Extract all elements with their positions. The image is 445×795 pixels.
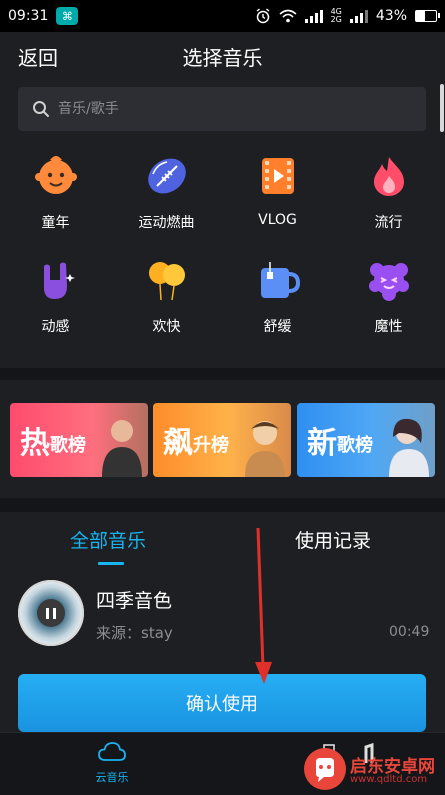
rock-hand-icon <box>43 262 75 299</box>
song-source: 来源：stay <box>96 624 173 642</box>
category-soothing[interactable]: 舒缓 <box>222 252 333 340</box>
film-icon <box>261 158 294 194</box>
search-icon <box>33 101 49 117</box>
balloons-icon <box>148 262 185 301</box>
pause-icon[interactable] <box>37 599 65 627</box>
chart-small-text: 歌榜 <box>337 435 373 456</box>
category-label: 童年 <box>41 215 70 231</box>
category-vlog[interactable]: VLOG <box>222 148 333 236</box>
category-label: 舒缓 <box>263 319 292 335</box>
category-magic[interactable]: 魔性 <box>333 252 444 340</box>
new-chart-banner[interactable]: 新 歌榜 <box>297 403 435 477</box>
network-type: 4G 2G <box>330 7 342 24</box>
category-pop[interactable]: 流行 <box>333 148 444 236</box>
rising-chart-banner[interactable]: 飙 升榜 <box>153 403 291 477</box>
artist-photo-icon <box>389 418 429 477</box>
watermark: 启东安卓网 www.qdltd.com <box>300 744 445 794</box>
category-grid: 童年 运动燃曲 VLOG 流行 动感 欢快 舒缓 魔性 <box>0 148 445 348</box>
chart-small-text: 升榜 <box>193 435 229 456</box>
watermark-url: www.qdltd.com <box>350 774 428 785</box>
section-divider <box>0 498 445 512</box>
chart-big-char: 飙 <box>163 426 193 461</box>
alarm-icon <box>256 8 270 24</box>
list-item[interactable]: 四季音色 来源：stay 00:49 <box>0 572 445 656</box>
category-label: 动感 <box>41 319 70 335</box>
album-disc[interactable] <box>18 580 84 646</box>
wifi-icon <box>279 9 297 23</box>
category-dynamic[interactable]: 动感 <box>0 252 111 340</box>
child-face-icon <box>34 156 77 194</box>
back-button[interactable]: 返回 <box>18 42 58 71</box>
battery-icon <box>415 10 440 22</box>
tab-all-music[interactable]: 全部音乐 <box>70 526 146 553</box>
signal-icon-2 <box>349 9 368 23</box>
category-label: VLOG <box>258 212 297 228</box>
category-sports[interactable]: 运动燃曲 <box>111 148 222 236</box>
category-label: 流行 <box>374 215 403 231</box>
chart-big-char: 新 <box>307 426 337 461</box>
chart-big-char: 热 <box>20 426 50 461</box>
category-label: 魔性 <box>374 319 403 335</box>
search-bar[interactable] <box>18 87 426 131</box>
artist-photo-icon <box>102 420 142 477</box>
section-divider <box>0 368 445 380</box>
chart-small-text: 歌榜 <box>50 435 86 456</box>
football-icon <box>147 158 186 194</box>
category-childhood[interactable]: 童年 <box>0 148 111 236</box>
header: 返回 选择音乐 <box>0 32 445 78</box>
chart-banners: 热 歌榜 飙 升榜 新 歌榜 <box>0 380 445 498</box>
hot-chart-banner[interactable]: 热 歌榜 <box>10 403 148 477</box>
category-cheerful[interactable]: 欢快 <box>111 252 222 340</box>
tab-usage-records[interactable]: 使用记录 <box>295 526 371 553</box>
mug-icon <box>260 262 300 298</box>
page-title: 选择音乐 <box>182 46 263 70</box>
confirm-use-button[interactable]: 确认使用 <box>18 674 426 732</box>
monster-icon <box>368 263 409 301</box>
watermark-logo-icon <box>304 748 346 790</box>
battery-percent: 43% <box>375 8 407 24</box>
category-label: 运动燃曲 <box>138 215 195 231</box>
nav-cloud-music[interactable]: 云音乐 <box>90 741 134 785</box>
music-tabs: 全部音乐 使用记录 <box>0 512 445 568</box>
status-time: 09:31 <box>8 8 49 24</box>
cloud-icon <box>98 742 126 761</box>
status-bar: 09:31 ⌘ 4G 2G 43% <box>0 0 445 32</box>
search-input[interactable] <box>56 100 400 118</box>
signal-icon <box>304 9 323 23</box>
song-duration: 00:49 <box>389 624 430 640</box>
scrollbar[interactable] <box>440 84 444 132</box>
artist-photo-icon <box>245 421 285 477</box>
flame-icon <box>373 157 404 196</box>
nav-cloud-label: 云音乐 <box>95 771 129 784</box>
tab-indicator <box>98 562 124 565</box>
song-title: 四季音色 <box>96 590 173 612</box>
app-notification-icon: ⌘ <box>56 7 79 25</box>
category-label: 欢快 <box>152 319 181 335</box>
